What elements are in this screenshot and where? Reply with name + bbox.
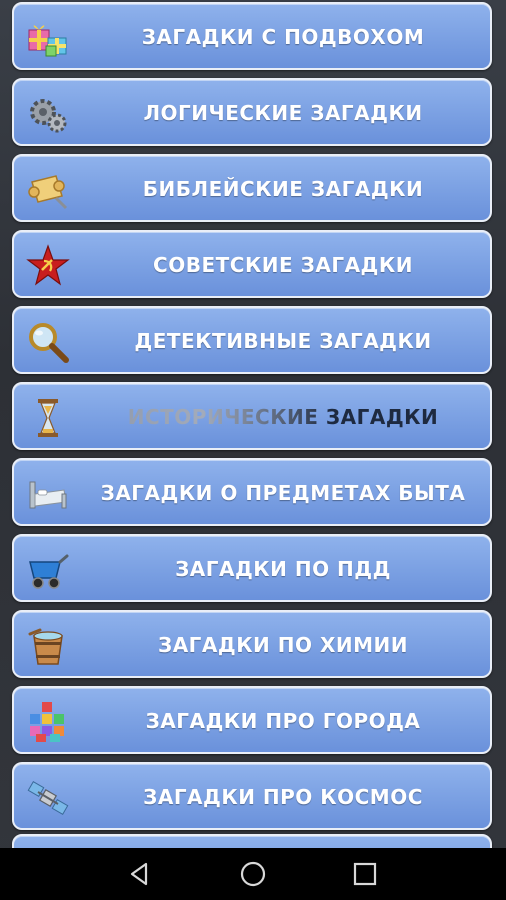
category-label: ЛОГИЧЕСКИЕ ЗАГАДКИ [143,101,423,125]
category-item-logic-riddles[interactable]: ЛОГИЧЕСКИЕ ЗАГАДКИ [12,78,492,146]
hourglass-icon [26,396,70,440]
category-item-trick-riddles[interactable]: ЗАГАДКИ С ПОДВОХОМ [12,2,492,70]
category-item-household-riddles[interactable]: ЗАГАДКИ О ПРЕДМЕТАХ БЫТА [12,458,492,526]
category-item-detective-riddles[interactable]: ДЕТЕКТИВНЫЕ ЗАГАДКИ [12,306,492,374]
category-item-soviet-riddles[interactable]: СОВЕТСКИЕ ЗАГАДКИ [12,230,492,298]
category-label: ЗАГАДКИ ПРО КОСМОС [143,785,423,809]
back-triangle-icon [130,862,148,886]
category-label: ЗАГАДКИ ПО ХИМИИ [157,633,408,657]
cart-icon [26,548,70,592]
back-button[interactable] [124,858,156,890]
scroll-icon [26,168,70,212]
category-item-cities-riddles[interactable]: ЗАГАДКИ ПРО ГОРОДА [12,686,492,754]
home-button[interactable] [237,858,269,890]
category-label: ИСТОРИЧЕСКИЕ ЗАГАДКИ [84,384,482,448]
category-label: БИБЛЕЙСКИЕ ЗАГАДКИ [142,177,424,201]
category-label [84,836,482,848]
city-blocks-icon [26,700,70,744]
category-item-space-riddles[interactable]: ЗАГАДКИ ПРО КОСМОС [12,762,492,830]
system-nav-bar [0,848,506,900]
category-label: ДЕТЕКТИВНЫЕ ЗАГАДКИ [134,329,432,353]
gears-icon [26,92,70,136]
soviet-star-icon [26,244,70,288]
category-item-history-riddles[interactable]: ИСТОРИЧЕСКИЕ ЗАГАДКИ [12,382,492,450]
category-item-bible-riddles[interactable]: БИБЛЕЙСКИЕ ЗАГАДКИ [12,154,492,222]
app-screen: ЗАГАДКИ С ПОДВОХОМ ЛОГИЧЕСКИЕ ЗАГАДКИ БИ… [0,0,506,900]
category-list[interactable]: ЗАГАДКИ С ПОДВОХОМ ЛОГИЧЕСКИЕ ЗАГАДКИ БИ… [0,0,506,848]
category-label: ЗАГАДКИ ПРО ГОРОДА [145,709,421,733]
category-label: ЗАГАДКИ С ПОДВОХОМ [141,25,425,49]
category-item-traffic-rules-riddles[interactable]: ЗАГАДКИ ПО ПДД [12,534,492,602]
category-label: ЗАГАДКИ ПО ПДД [175,557,391,581]
category-label: ЗАГАДКИ О ПРЕДМЕТАХ БЫТА [100,481,466,505]
recents-button[interactable] [349,858,381,890]
recents-square-icon [353,862,377,886]
category-item-next[interactable] [12,834,492,848]
category-label: СОВЕТСКИЕ ЗАГАДКИ [153,253,413,277]
bed-icon [26,472,70,516]
home-circle-icon [240,861,266,887]
category-item-chemistry-riddles[interactable]: ЗАГАДКИ ПО ХИМИИ [12,610,492,678]
satellite-icon [26,776,70,820]
magnifier-icon [26,320,70,364]
gift-boxes-icon [26,16,70,60]
bucket-icon [26,624,70,668]
